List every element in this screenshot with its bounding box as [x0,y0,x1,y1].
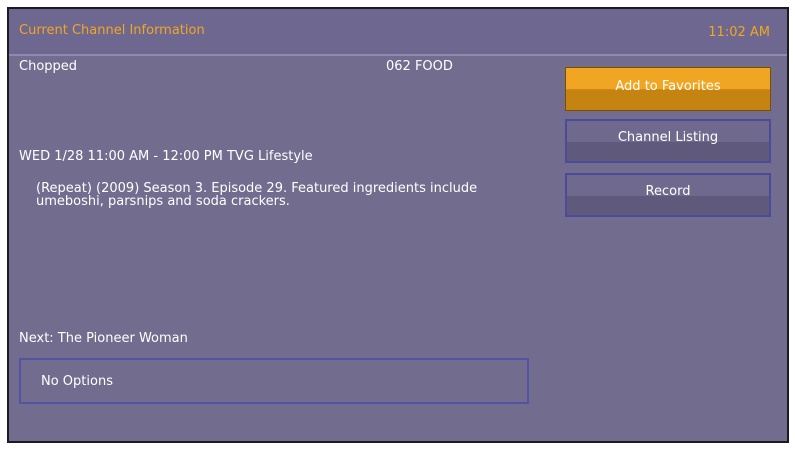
clock-time: 11:02 AM [708,25,770,40]
record-button[interactable]: Record [565,173,771,217]
options-label: No Options [41,374,113,389]
add-to-favorites-label: Add to Favorites [615,79,721,94]
options-box[interactable]: No Options [19,358,529,404]
air-time: WED 1/28 11:00 AM - 12:00 PM TVG Lifesty… [19,149,313,164]
program-description: (Repeat) (2009) Season 3. Episode 29. Fe… [36,181,478,209]
show-title: Chopped [19,59,78,74]
next-program: Next: The Pioneer Woman [19,331,188,346]
header-bar: Current Channel Information 11:02 AM [9,9,787,56]
channel-number: 062 FOOD [386,59,453,74]
add-to-favorites-button[interactable]: Add to Favorites [565,67,771,111]
channel-info-window: Current Channel Information 11:02 AM Cho… [7,7,789,443]
window-title: Current Channel Information [19,23,205,38]
record-label: Record [645,184,691,199]
channel-listing-label: Channel Listing [617,130,719,145]
channel-listing-button[interactable]: Channel Listing [565,119,771,163]
